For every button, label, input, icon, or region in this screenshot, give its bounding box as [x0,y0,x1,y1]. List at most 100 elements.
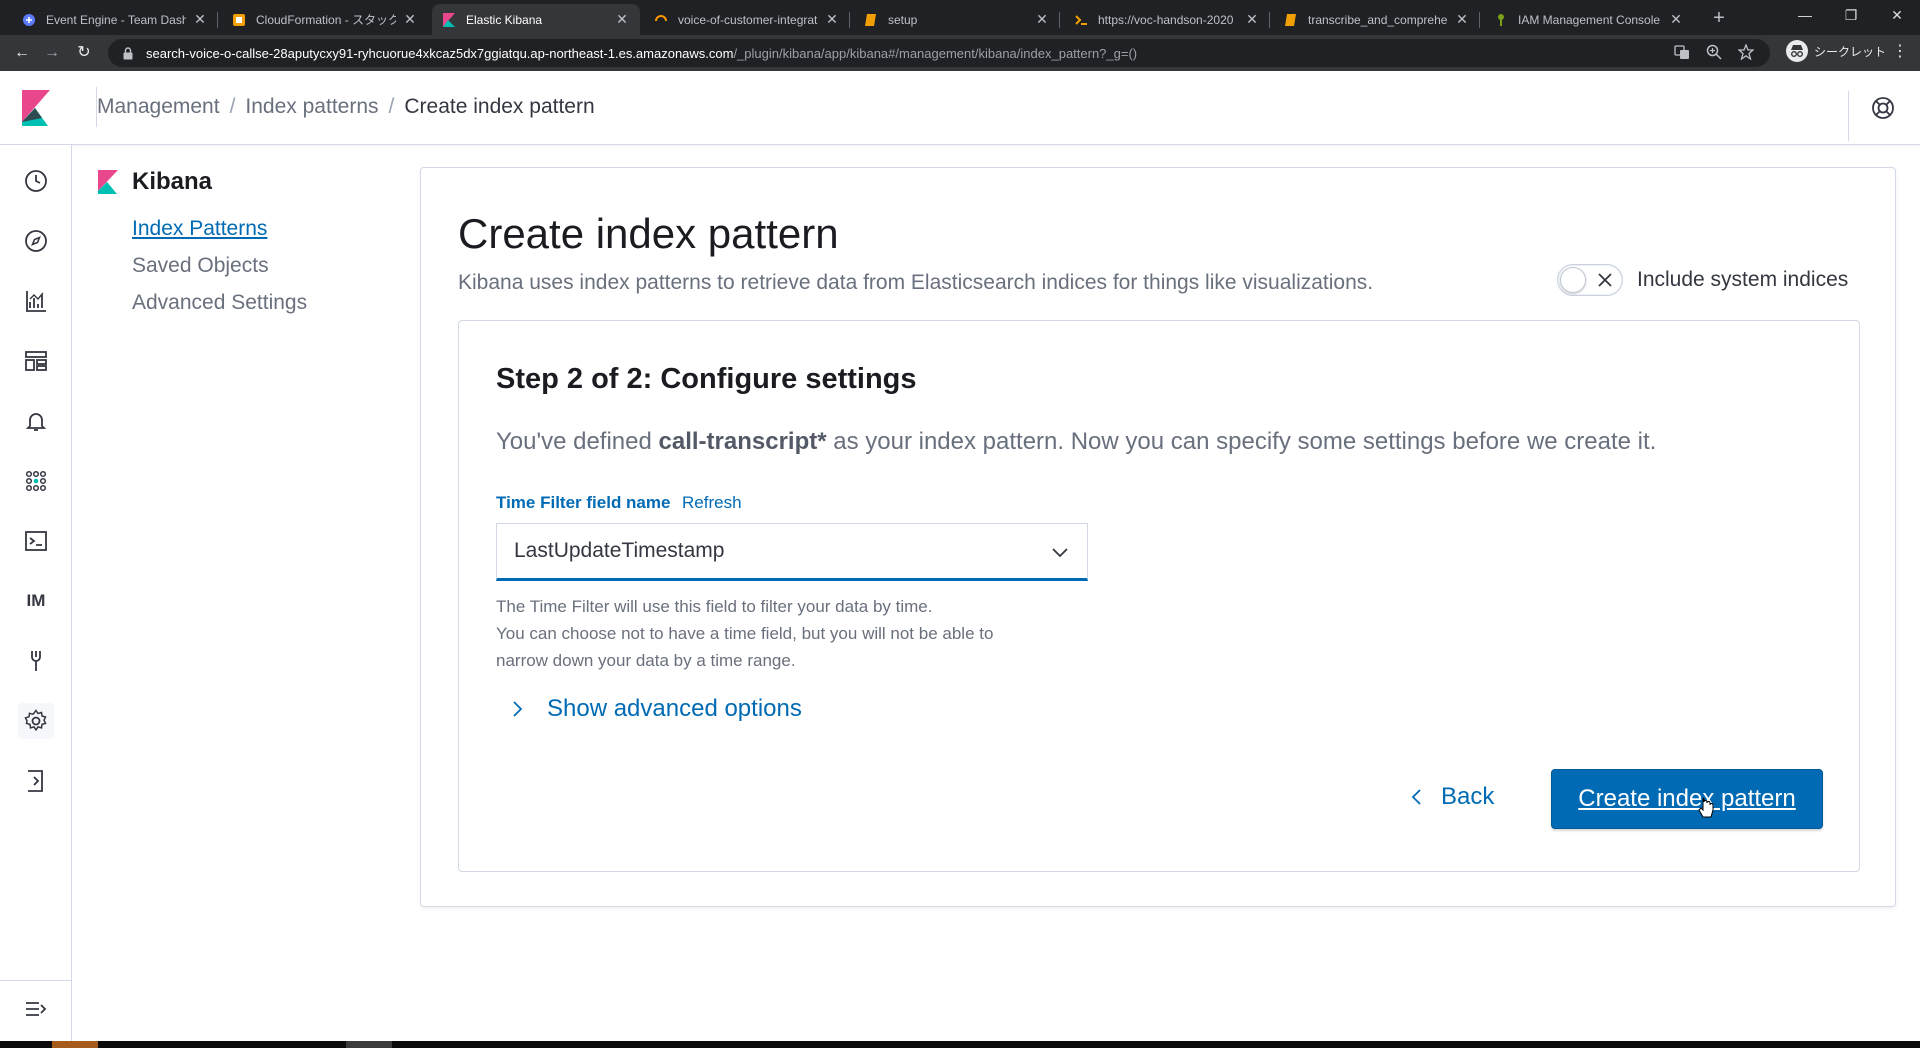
help-lifebuoy-icon[interactable] [1870,95,1896,121]
url-host: search-voice-o-callse-28aputycxy91-ryhcu… [146,45,734,61]
nav-dev-tools-icon[interactable] [18,523,54,559]
nav-alerting-icon[interactable] [18,403,54,439]
sidebar-title: Kibana [98,168,398,196]
toggle-switch[interactable] [1557,264,1623,296]
breadcrumb-management[interactable]: Management [97,95,220,119]
incognito-icon [1786,40,1808,62]
nav-management-icon[interactable] [18,703,54,739]
browser-tab[interactable]: setup ✕ [854,4,1060,35]
reload-icon[interactable]: ↻ [72,41,96,65]
tab-close-icon[interactable]: ✕ [1034,11,1050,28]
aws-cloudformation-favicon-icon [232,13,246,27]
nav-visualize-icon[interactable] [18,283,54,319]
back-button-label: Back [1441,783,1495,810]
nav-monitoring-icon[interactable] [18,643,54,679]
notebook-favicon-icon [864,13,878,27]
gear-icon [24,709,47,732]
nav-apps-icon[interactable] [18,463,54,499]
page-title: Create index pattern [458,210,839,257]
breadcrumb-separator: / [388,95,395,118]
nav-collapse-icon[interactable] [18,991,54,1027]
browser-toolbar: ← → ↻ search-voice-o-callse-28aputycxy91… [0,35,1920,71]
tab-title: https://voc-handson-2020 [1098,12,1234,27]
include-system-indices-toggle[interactable]: Include system indices [1557,264,1848,296]
sidebar-item-advanced-settings[interactable]: Advanced Settings [132,284,398,321]
browser-tab[interactable]: IAM Management Console ✕ [1484,4,1694,35]
kibana-logo-button[interactable] [0,71,72,144]
breadcrumb-separator: / [229,95,236,118]
include-system-indices-label: Include system indices [1637,268,1849,291]
nav-discover-icon[interactable] [18,223,54,259]
refresh-fields-link[interactable]: Refresh [682,493,742,513]
kibana-logo-icon [22,89,50,126]
step-description: You've defined call-transcript* as your … [496,428,1656,456]
browser-tab[interactable]: Event Engine - Team Dashb ✕ [12,4,218,35]
tab-title: setup [888,12,918,27]
tab-close-icon[interactable]: ✕ [824,11,840,28]
dashboard-icon [25,351,47,371]
breadcrumb-index-patterns[interactable]: Index patterns [245,95,378,119]
close-window-button[interactable]: ✕ [1874,0,1920,32]
browser-menu-icon[interactable]: ⋮ [1890,41,1910,61]
bell-icon [25,413,47,431]
minimize-window-button[interactable]: — [1782,0,1828,32]
browser-tab[interactable]: CloudFormation - スタック vc ✕ [222,4,428,35]
create-index-pattern-button[interactable]: Create index pattern [1551,769,1823,829]
sidebar-item-saved-objects[interactable]: Saved Objects [132,247,398,284]
logout-icon [28,770,43,792]
browser-tab[interactable]: voice-of-customer-integrati ✕ [644,4,850,35]
wrench-icon [31,651,41,671]
tab-close-icon[interactable]: ✕ [1244,11,1260,28]
management-sidebar: Kibana Index Patterns Saved Objects Adva… [98,168,398,321]
toggle-knob [1560,267,1586,293]
tab-title: IAM Management Console [1518,12,1661,27]
back-button[interactable]: Back [1409,773,1494,821]
browser-tab-active[interactable]: Elastic Kibana ✕ [432,4,640,35]
sidebar-item-index-patterns[interactable]: Index Patterns [132,210,398,247]
visualize-icon [26,291,46,312]
translate-icon[interactable] [1674,44,1690,63]
nav-logout-icon[interactable] [18,763,54,799]
tab-close-icon[interactable]: ✕ [402,11,418,28]
kibana-favicon-icon [442,12,456,27]
bookmark-star-icon[interactable] [1737,43,1755,63]
nav-rail: IM [0,145,72,1041]
time-filter-field-label: Time Filter field name [496,493,671,512]
index-pattern-name: call-transcript* [658,428,827,455]
back-nav-icon[interactable]: ← [10,41,34,65]
browser-tab[interactable]: https://voc-handson-2020 ✕ [1064,4,1270,35]
create-index-pattern-panel: Create index pattern Kibana uses index p… [420,167,1896,907]
nav-im-item[interactable]: IM [18,583,54,619]
browser-tab[interactable]: transcribe_and_comprehe ✕ [1274,4,1480,35]
time-filter-field-select[interactable]: LastUpdateTimestamp [496,523,1088,581]
loading-favicon-icon [654,13,668,27]
restore-window-button[interactable]: ❐ [1828,0,1874,32]
tab-close-icon[interactable]: ✕ [1454,11,1470,28]
show-advanced-options-button[interactable]: Show advanced options [509,695,802,723]
new-tab-button[interactable]: + [1708,7,1730,29]
help-line: The Time Filter will use this field to f… [496,597,933,616]
tab-title: voice-of-customer-integrati [678,12,818,27]
address-bar[interactable]: search-voice-o-callse-28aputycxy91-ryhcu… [108,39,1770,67]
iam-favicon-icon [1494,13,1508,27]
incognito-profile-button[interactable]: シークレット [1786,40,1886,62]
url-path: /_plugin/kibana/app/kibana#/management/k… [733,45,1138,61]
breadcrumb: Management / Index patterns / Create ind… [97,95,595,119]
selected-time-field: LastUpdateTimestamp [514,539,725,562]
apps-icon [25,470,47,492]
nav-dashboard-icon[interactable] [18,343,54,379]
tab-title: CloudFormation - スタック vc [256,13,396,27]
time-filter-help-text: The Time Filter will use this field to f… [496,593,1096,674]
cross-icon [1598,273,1612,287]
event-engine-favicon-icon [22,13,36,27]
help-line: narrow down your data by a time range. [496,651,796,670]
tab-close-icon[interactable]: ✕ [192,11,208,28]
tab-close-icon[interactable]: ✕ [614,11,630,28]
forward-nav-icon[interactable]: → [40,41,64,65]
nav-discover-recent-icon[interactable] [18,163,54,199]
zoom-icon[interactable] [1706,44,1722,63]
tab-title: Elastic Kibana [466,12,543,27]
menu-collapse-icon [26,1002,47,1016]
tab-close-icon[interactable]: ✕ [1668,11,1684,28]
profile-label: シークレット [1814,44,1887,59]
